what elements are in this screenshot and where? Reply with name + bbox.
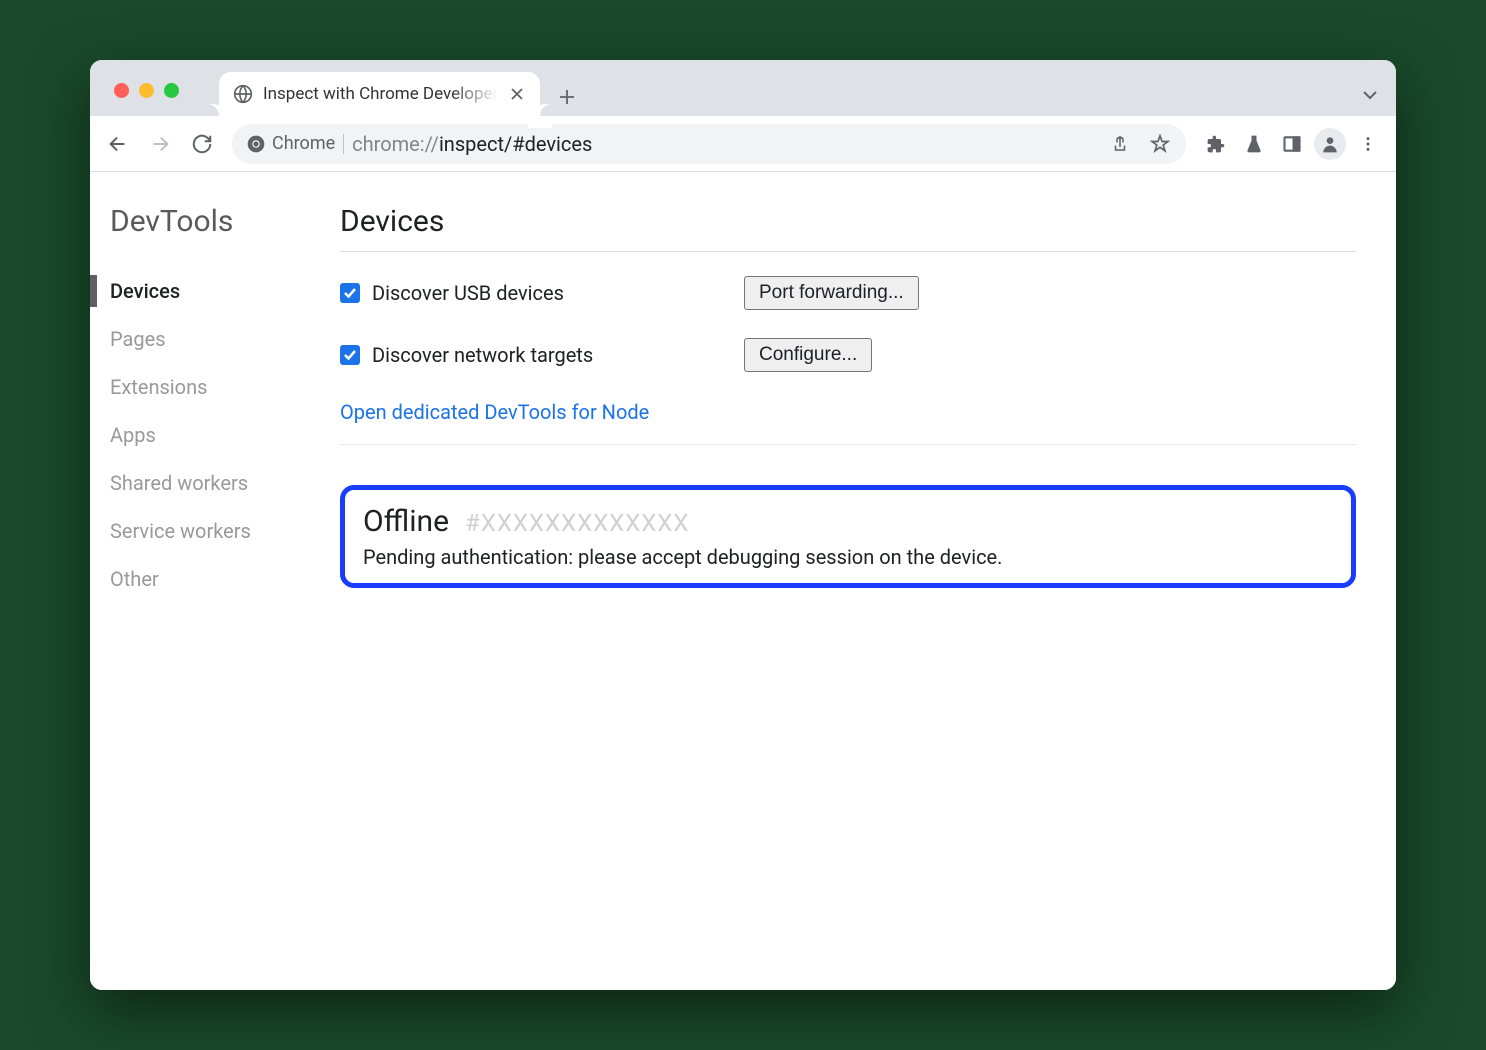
sidebar-item-other[interactable]: Other [110, 555, 340, 603]
toolbar: Chrome chrome://inspect/#devices [90, 116, 1396, 172]
menu-button[interactable] [1350, 126, 1386, 162]
sidebar-title: DevTools [110, 204, 340, 239]
tab-title: Inspect with Chrome Developer [263, 84, 498, 104]
window-minimize-button[interactable] [139, 83, 154, 98]
tab-bar: Inspect with Chrome Developer [90, 60, 1396, 116]
omnibox-divider [343, 134, 344, 154]
main-title: Devices [340, 204, 1356, 239]
discover-network-checkbox[interactable] [340, 345, 360, 365]
window-close-button[interactable] [114, 83, 129, 98]
window-maximize-button[interactable] [164, 83, 179, 98]
forward-button[interactable] [142, 126, 178, 162]
discover-usb-label: Discover USB devices [372, 281, 732, 305]
sidebar-item-devices[interactable]: Devices [110, 267, 340, 315]
globe-icon [233, 84, 253, 104]
reload-button[interactable] [184, 126, 220, 162]
discover-network-label: Discover network targets [372, 343, 732, 367]
sidebar-item-service-workers[interactable]: Service workers [110, 507, 340, 555]
share-button[interactable] [1102, 126, 1138, 162]
page-content: DevTools Devices Pages Extensions Apps S… [90, 172, 1396, 990]
main-panel: Devices Discover USB devices Port forwar… [340, 172, 1396, 990]
discover-usb-checkbox[interactable] [340, 283, 360, 303]
port-forwarding-button[interactable]: Port forwarding... [744, 276, 919, 310]
pending-auth-message: Pending authentication: please accept de… [363, 545, 1333, 569]
device-status-box: Offline #XXXXXXXXXXXXX Pending authentic… [340, 485, 1356, 588]
sidebar-item-extensions[interactable]: Extensions [110, 363, 340, 411]
labs-button[interactable] [1236, 126, 1272, 162]
sidebar: DevTools Devices Pages Extensions Apps S… [90, 172, 340, 990]
sidepanel-button[interactable] [1274, 126, 1310, 162]
back-button[interactable] [100, 126, 136, 162]
tab-close-button[interactable] [508, 85, 526, 103]
address-bar[interactable]: Chrome chrome://inspect/#devices [232, 124, 1186, 164]
site-info[interactable]: Chrome [240, 133, 335, 154]
tabs-dropdown-button[interactable] [1362, 90, 1378, 100]
sidebar-item-shared-workers[interactable]: Shared workers [110, 459, 340, 507]
site-info-label: Chrome [272, 133, 335, 154]
traffic-lights [102, 83, 179, 116]
new-tab-button[interactable] [558, 88, 576, 116]
device-status-header: Offline #XXXXXXXXXXXXX [363, 504, 1333, 539]
bookmark-button[interactable] [1142, 126, 1178, 162]
discover-network-row: Discover network targets Configure... [340, 338, 1356, 372]
extensions-button[interactable] [1198, 126, 1234, 162]
offline-status-label: Offline [363, 504, 449, 539]
configure-button[interactable]: Configure... [744, 338, 872, 372]
browser-window: Inspect with Chrome Developer [90, 60, 1396, 990]
open-node-devtools-link[interactable]: Open dedicated DevTools for Node [340, 400, 1356, 424]
browser-tab[interactable]: Inspect with Chrome Developer [219, 72, 540, 116]
url-text: chrome://inspect/#devices [352, 132, 1094, 156]
device-hash: #XXXXXXXXXXXXX [465, 509, 689, 537]
chrome-icon [246, 134, 266, 154]
divider [340, 444, 1356, 445]
sidebar-item-apps[interactable]: Apps [110, 411, 340, 459]
sidebar-item-pages[interactable]: Pages [110, 315, 340, 363]
divider [340, 251, 1356, 252]
profile-button[interactable] [1312, 126, 1348, 162]
discover-usb-row: Discover USB devices Port forwarding... [340, 276, 1356, 310]
